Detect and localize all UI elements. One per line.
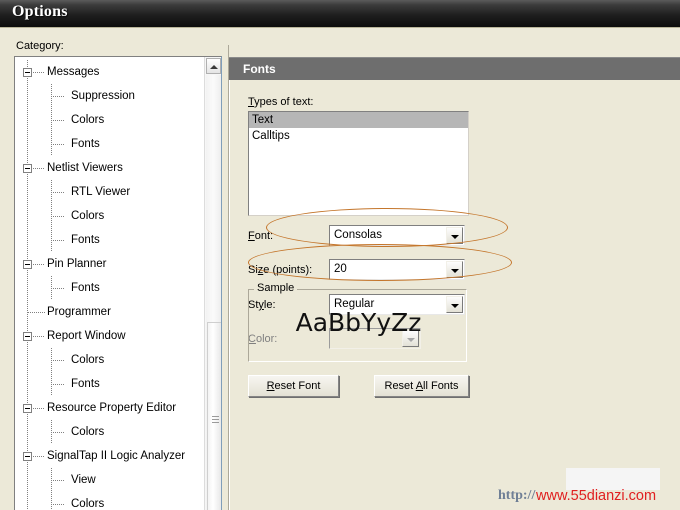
dialog-body: Category: Messages Suppression Colors Fonts… — [0, 27, 680, 510]
reset-font-button[interactable]: Reset Font — [248, 375, 339, 397]
chevron-down-icon[interactable] — [446, 261, 463, 278]
size-label: Size (points): — [248, 264, 313, 276]
watermark-protocol: http:// — [498, 488, 536, 503]
window-title: Options — [12, 3, 68, 20]
tree-guide-line — [27, 468, 28, 492]
tree-item-label: RTL Viewer — [71, 186, 131, 198]
types-of-text-label: Types of text: — [248, 96, 314, 108]
tree-item-view[interactable]: View — [15, 468, 203, 492]
category-tree[interactable]: Messages Suppression Colors Fonts Netlist Vi… — [14, 56, 222, 510]
scrollbar-grip-icon — [212, 416, 219, 423]
tree-guide-line — [27, 84, 28, 108]
tree-guide-line — [51, 216, 65, 217]
category-tree-items: Messages Suppression Colors Fonts Netlist Vi… — [15, 60, 203, 510]
tree-item-fonts[interactable]: Fonts — [15, 228, 203, 252]
sample-legend: Sample — [254, 282, 298, 294]
panel-header-title: Fonts — [243, 62, 276, 76]
scrollbar-thumb[interactable] — [207, 322, 221, 510]
tree-guide-line — [27, 276, 28, 300]
tree-item-colors[interactable]: Colors — [15, 204, 203, 228]
tree-guide-line — [27, 108, 28, 132]
panel-surface: Types of text: Text Calltips Font: Conso… — [229, 80, 680, 510]
tree-item-pin-planner[interactable]: Pin Planner — [15, 252, 203, 276]
tree-guide-line — [51, 492, 52, 510]
font-label: Font: — [248, 230, 274, 242]
tree-item-rtl-viewer[interactable]: RTL Viewer — [15, 180, 203, 204]
tree-guide-line — [28, 312, 45, 313]
tree-guide-line — [51, 144, 65, 145]
tree-guide-line — [51, 192, 65, 193]
scroll-up-arrow-icon[interactable] — [206, 58, 221, 74]
tree-guide-line — [51, 360, 65, 361]
tree-guide-line — [51, 96, 65, 97]
tree-expander-icon[interactable] — [23, 404, 32, 413]
tree-expander-icon[interactable] — [23, 260, 32, 269]
tree-item-colors[interactable]: Colors — [15, 492, 203, 510]
category-label: Category: — [16, 40, 64, 52]
tree-item-resource-property-editor[interactable]: Resource Property Editor — [15, 396, 203, 420]
tree-item-colors[interactable]: Colors — [15, 420, 203, 444]
tree-guide-line — [27, 420, 28, 444]
tree-item-signaltap-ii-logic-analyzer[interactable]: SignalTap II Logic Analyzer — [15, 444, 203, 468]
tree-item-report-window[interactable]: Report Window — [15, 324, 203, 348]
font-combobox-value: Consolas — [334, 229, 382, 241]
scrollbar-track[interactable] — [206, 75, 221, 510]
tree-guide-line — [51, 432, 65, 433]
tree-guide-line — [51, 384, 65, 385]
font-combobox[interactable]: Consolas — [329, 225, 465, 246]
tree-expander-icon[interactable] — [23, 452, 32, 461]
size-combobox[interactable]: 20 — [329, 259, 465, 280]
tree-guide-line — [33, 336, 45, 337]
tree-item-colors[interactable]: Colors — [15, 108, 203, 132]
tree-guide-line — [33, 72, 45, 73]
tree-item-colors[interactable]: Colors — [15, 348, 203, 372]
size-combobox-value: 20 — [334, 263, 347, 275]
tree-guide-line — [27, 492, 28, 510]
list-item[interactable]: Calltips — [249, 128, 468, 144]
tree-guide-line — [33, 168, 45, 169]
tree-guide-line — [33, 408, 45, 409]
tree-expander-icon[interactable] — [23, 164, 32, 173]
tree-guide-line — [33, 456, 45, 457]
tree-guide-line — [51, 504, 65, 505]
chevron-down-icon[interactable] — [446, 227, 463, 244]
title-bar: Options — [0, 0, 680, 27]
tree-item-programmer[interactable]: Programmer — [15, 300, 203, 324]
options-dialog: Options Category: Messages Suppression Col… — [0, 0, 680, 510]
tree-guide-line — [51, 240, 65, 241]
tree-item-fonts[interactable]: Fonts — [15, 132, 203, 156]
tree-guide-line — [51, 288, 65, 289]
fonts-settings-panel: Fonts Types of text: Text Calltips Font:… — [228, 45, 680, 510]
panel-header: Fonts — [229, 57, 680, 81]
tree-item-fonts[interactable]: Fonts — [15, 372, 203, 396]
tree-item-label: Colors — [71, 498, 105, 510]
watermark-backdrop — [566, 468, 660, 490]
sample-groupbox: AaBbYyZz — [248, 289, 467, 362]
reset-all-fonts-button[interactable]: Reset All Fonts — [374, 375, 469, 397]
tree-item-netlist-viewers[interactable]: Netlist Viewers — [15, 156, 203, 180]
tree-item-fonts[interactable]: Fonts — [15, 276, 203, 300]
tree-item-messages[interactable]: Messages — [15, 60, 203, 84]
watermark-domain: www.55dianzi.com — [536, 488, 657, 504]
tree-guide-line — [33, 264, 45, 265]
types-of-text-list[interactable]: Text Calltips — [248, 111, 469, 216]
tree-guide-line — [51, 480, 65, 481]
list-item[interactable]: Text — [249, 112, 468, 128]
tree-guide-line — [27, 372, 28, 396]
tree-expander-icon[interactable] — [23, 68, 32, 77]
tree-item-suppression[interactable]: Suppression — [15, 84, 203, 108]
tree-guide-line — [27, 180, 28, 204]
tree-guide-line — [27, 204, 28, 228]
watermark: http:// www.55dianzi.com — [498, 468, 680, 510]
tree-scrollbar[interactable] — [204, 57, 221, 510]
tree-expander-icon[interactable] — [23, 332, 32, 341]
tree-guide-line — [27, 132, 28, 156]
tree-guide-line — [27, 228, 28, 252]
tree-guide-line — [27, 348, 28, 372]
tree-guide-line — [51, 120, 65, 121]
sample-text: AaBbYyZz — [295, 308, 422, 337]
tree-item-label: Suppression — [71, 90, 135, 102]
